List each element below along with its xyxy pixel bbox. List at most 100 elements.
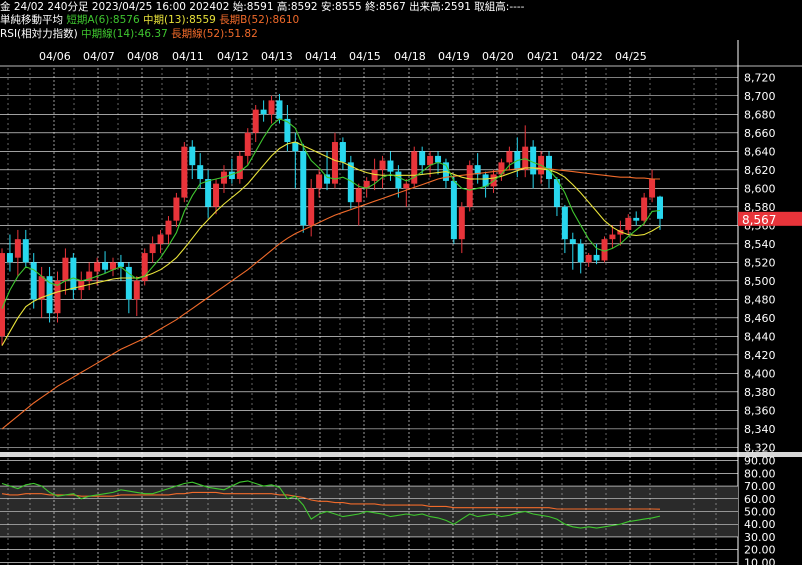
- price-tick-label: 8,440: [744, 330, 776, 343]
- date-tick-label: 04/14: [305, 50, 337, 63]
- candle: [458, 202, 465, 254]
- candle-body: [149, 243, 156, 254]
- price-tick-label: 8,360: [744, 404, 776, 417]
- price-chart[interactable]: 8,7208,7008,6808,6608,6408,6208,6008,580…: [0, 0, 802, 565]
- candle-body: [625, 217, 632, 230]
- candle: [236, 151, 243, 184]
- candle-body: [435, 155, 442, 163]
- candle-body: [30, 262, 37, 300]
- candle-body: [419, 151, 426, 166]
- candle: [102, 251, 109, 274]
- price-tick-label: 8,420: [744, 349, 776, 362]
- candle-body: [157, 234, 164, 244]
- candle: [252, 105, 259, 143]
- candle: [0, 248, 5, 346]
- price-tick-label: 8,400: [744, 367, 776, 380]
- candle: [70, 253, 77, 300]
- candle-body: [411, 151, 418, 184]
- candle: [577, 239, 584, 274]
- candle-body: [165, 220, 172, 235]
- rsi-tick-label: 90.00: [744, 455, 776, 468]
- candle: [189, 140, 196, 180]
- candle-body: [133, 280, 140, 300]
- date-tick-label: 04/07: [83, 50, 115, 63]
- candle-body: [601, 239, 608, 261]
- candle-body: [244, 132, 251, 156]
- candle: [403, 179, 410, 207]
- candle-body: [466, 165, 473, 207]
- price-tick-label: 8,380: [744, 386, 776, 399]
- candle: [561, 204, 568, 254]
- candle: [149, 236, 156, 263]
- candle-body: [181, 146, 188, 198]
- candle: [86, 262, 93, 291]
- candle-body: [427, 155, 434, 166]
- candle: [54, 271, 61, 323]
- rsi-tick-label: 70.00: [744, 480, 776, 493]
- candle: [498, 158, 505, 181]
- candle-body: [189, 146, 196, 166]
- rsi-tick-label: 20.00: [744, 544, 776, 557]
- candle-body: [577, 243, 584, 263]
- candle-body: [6, 253, 13, 263]
- date-tick-label: 04/20: [482, 50, 514, 63]
- candle: [14, 229, 21, 277]
- price-tick-label: 8,700: [744, 90, 776, 103]
- candle: [157, 229, 164, 254]
- rsi-tick-label: 40.00: [744, 518, 776, 531]
- price-tick-label: 8,340: [744, 423, 776, 436]
- candle-body: [197, 165, 204, 180]
- price-tick-label: 8,460: [744, 312, 776, 325]
- candle-body: [276, 100, 283, 119]
- candle-body: [633, 217, 640, 221]
- candle: [442, 158, 449, 189]
- candle: [165, 216, 172, 244]
- candle: [292, 132, 299, 189]
- candle: [585, 253, 592, 267]
- candle-body: [371, 169, 378, 181]
- candle-body: [530, 146, 537, 175]
- rsi-tick-label: 80.00: [744, 467, 776, 480]
- date-tick-label: 04/06: [39, 50, 71, 63]
- candle-body: [387, 160, 394, 172]
- candle-body: [403, 183, 410, 189]
- candle: [94, 257, 101, 286]
- price-tick-label: 8,320: [744, 441, 776, 454]
- candle: [133, 276, 140, 316]
- candle: [522, 125, 529, 178]
- candle-body: [70, 257, 77, 291]
- candle-body: [585, 254, 592, 263]
- candle: [339, 137, 346, 170]
- candle: [633, 211, 640, 226]
- candle-body: [395, 171, 402, 189]
- candle-body: [213, 183, 220, 207]
- candle-body: [546, 155, 553, 180]
- candle: [220, 165, 227, 193]
- candle-body: [22, 239, 29, 263]
- date-tick-label: 04/21: [527, 50, 559, 63]
- candle-body: [339, 142, 346, 163]
- price-tick-label: 8,540: [744, 238, 776, 251]
- price-tick-label: 8,520: [744, 256, 776, 269]
- candle-body: [324, 174, 331, 184]
- candle-body: [561, 206, 568, 240]
- candle: [316, 169, 323, 198]
- candle: [173, 192, 180, 228]
- candle-body: [260, 109, 267, 115]
- candle-body: [94, 262, 101, 272]
- candle-body: [450, 180, 457, 240]
- candle-body: [609, 234, 616, 240]
- price-tick-label: 8,720: [744, 71, 776, 84]
- candle-body: [38, 276, 45, 300]
- candle-body: [379, 160, 386, 170]
- candle: [109, 257, 116, 277]
- candle-body: [14, 239, 21, 258]
- candle: [387, 151, 394, 181]
- candle-body: [593, 254, 600, 261]
- date-tick-label: 04/22: [571, 50, 603, 63]
- candle-body: [0, 253, 5, 337]
- candle: [593, 243, 600, 265]
- ma-short-line: [1, 118, 661, 309]
- candle-body: [62, 257, 69, 281]
- last-price-label: 8,567: [742, 213, 776, 227]
